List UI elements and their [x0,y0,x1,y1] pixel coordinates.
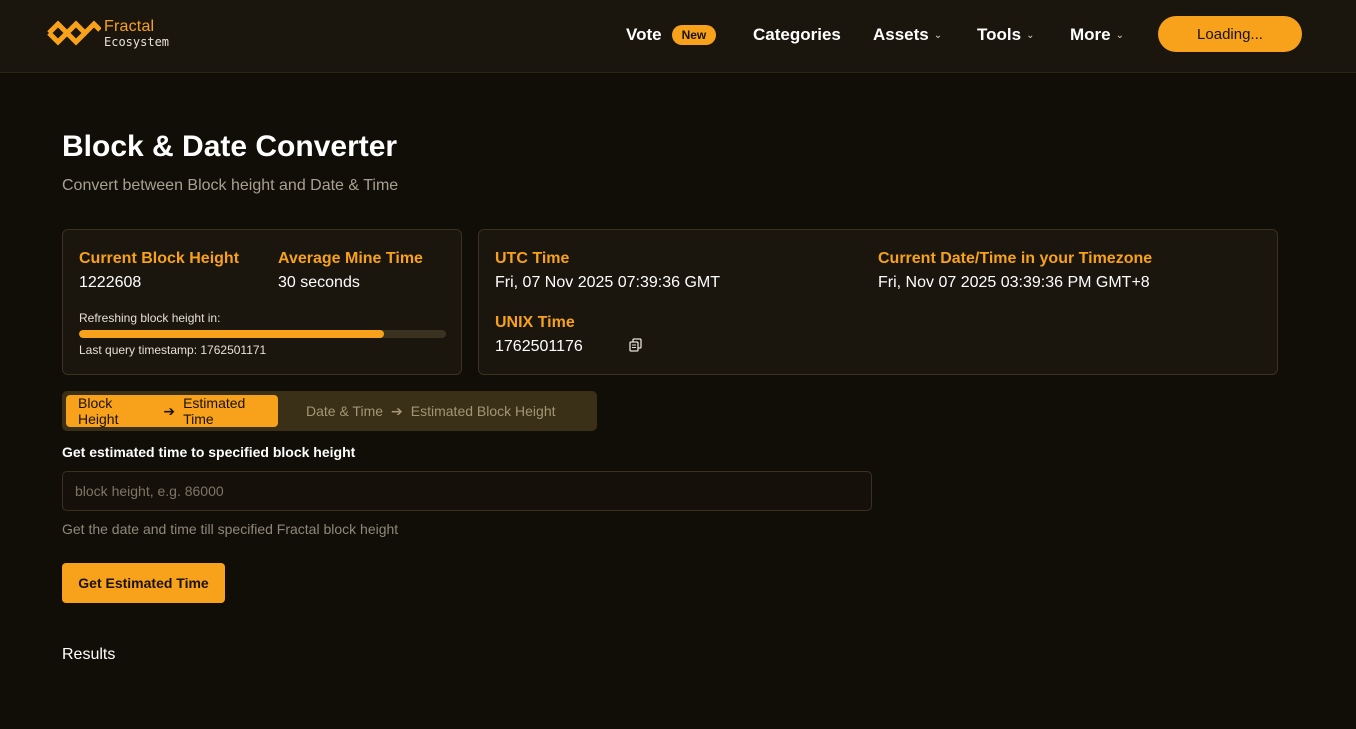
tab-to-label: Estimated Block Height [410,403,556,419]
refresh-label: Refreshing block height in: [79,311,221,325]
get-estimated-time-button[interactable]: Get Estimated Time [62,563,225,603]
unix-time-value: 1762501176 [495,338,583,355]
nav-assets[interactable]: Assets ⌄ [873,24,942,46]
nav-categories[interactable]: Categories [753,24,841,46]
logo[interactable]: Fractal Ecosystem [47,16,169,50]
nav-vote-label: Vote [626,25,662,44]
wallet-connect-button[interactable]: Loading... [1158,16,1302,52]
chevron-down-icon: ⌄ [933,29,943,41]
top-navbar: Fractal Ecosystem Vote New Categories As… [0,0,1356,73]
tab-from-label: Date & Time [306,403,384,419]
logo-title: Fractal [104,17,155,35]
mine-time-value: 30 seconds [278,274,360,291]
last-query-timestamp: Last query timestamp: 1762501171 [79,343,267,357]
block-height-label: Current Block Height [79,250,240,267]
tab-block-to-time[interactable]: Block Height ➔ Estimated Time [66,395,278,427]
mine-time-label: Average Mine Time [278,250,423,267]
fractal-logo-icon [47,20,101,46]
nav-more-label: More [1070,25,1111,44]
local-time-label: Current Date/Time in your Timezone [878,250,1153,267]
time-card: UTC Time Fri, 07 Nov 2025 07:39:36 GMT C… [478,229,1278,375]
nav-vote[interactable]: Vote New [626,24,717,46]
block-stats-card: Current Block Height 1222608 Average Min… [62,229,462,375]
chevron-down-icon: ⌄ [1115,29,1125,41]
utc-time-label: UTC Time [495,250,570,267]
arrow-right-icon: ➔ [163,402,176,419]
page-title: Block & Date Converter [62,130,398,163]
arrow-right-icon: ➔ [391,402,403,419]
nav-more[interactable]: More ⌄ [1070,24,1124,46]
nav-tools-label: Tools [977,25,1022,44]
block-height-field-label: Get estimated time to specified block he… [62,444,356,460]
unix-time-label: UNIX Time [495,314,575,331]
copy-icon[interactable] [629,338,642,357]
tab-from-label: Block Height [78,395,119,427]
block-height-value: 1222608 [79,274,142,291]
converter-mode-tabs: Block Height ➔ Estimated Time Date & Tim… [62,391,597,431]
tab-date-to-block[interactable]: Date & Time ➔ Estimated Block Height [306,395,556,427]
new-badge: New [671,25,717,45]
nav-assets-label: Assets [873,25,929,44]
page-subtitle: Convert between Block height and Date & … [62,177,399,194]
nav-tools[interactable]: Tools ⌄ [977,24,1034,46]
results-heading: Results [62,646,116,663]
chevron-down-icon: ⌄ [1026,29,1035,41]
block-height-input[interactable] [62,471,872,511]
refresh-progress-fill [79,330,384,338]
block-height-help-text: Get the date and time till specified Fra… [62,521,399,537]
tab-to-label: Estimated Time [183,395,246,427]
utc-time-value: Fri, 07 Nov 2025 07:39:36 GMT [495,274,720,291]
logo-subtitle: Ecosystem [104,34,170,49]
local-time-value: Fri, Nov 07 2025 03:39:36 PM GMT+8 [878,274,1150,291]
nav-categories-label: Categories [753,25,841,44]
refresh-progress-bar [79,330,446,338]
